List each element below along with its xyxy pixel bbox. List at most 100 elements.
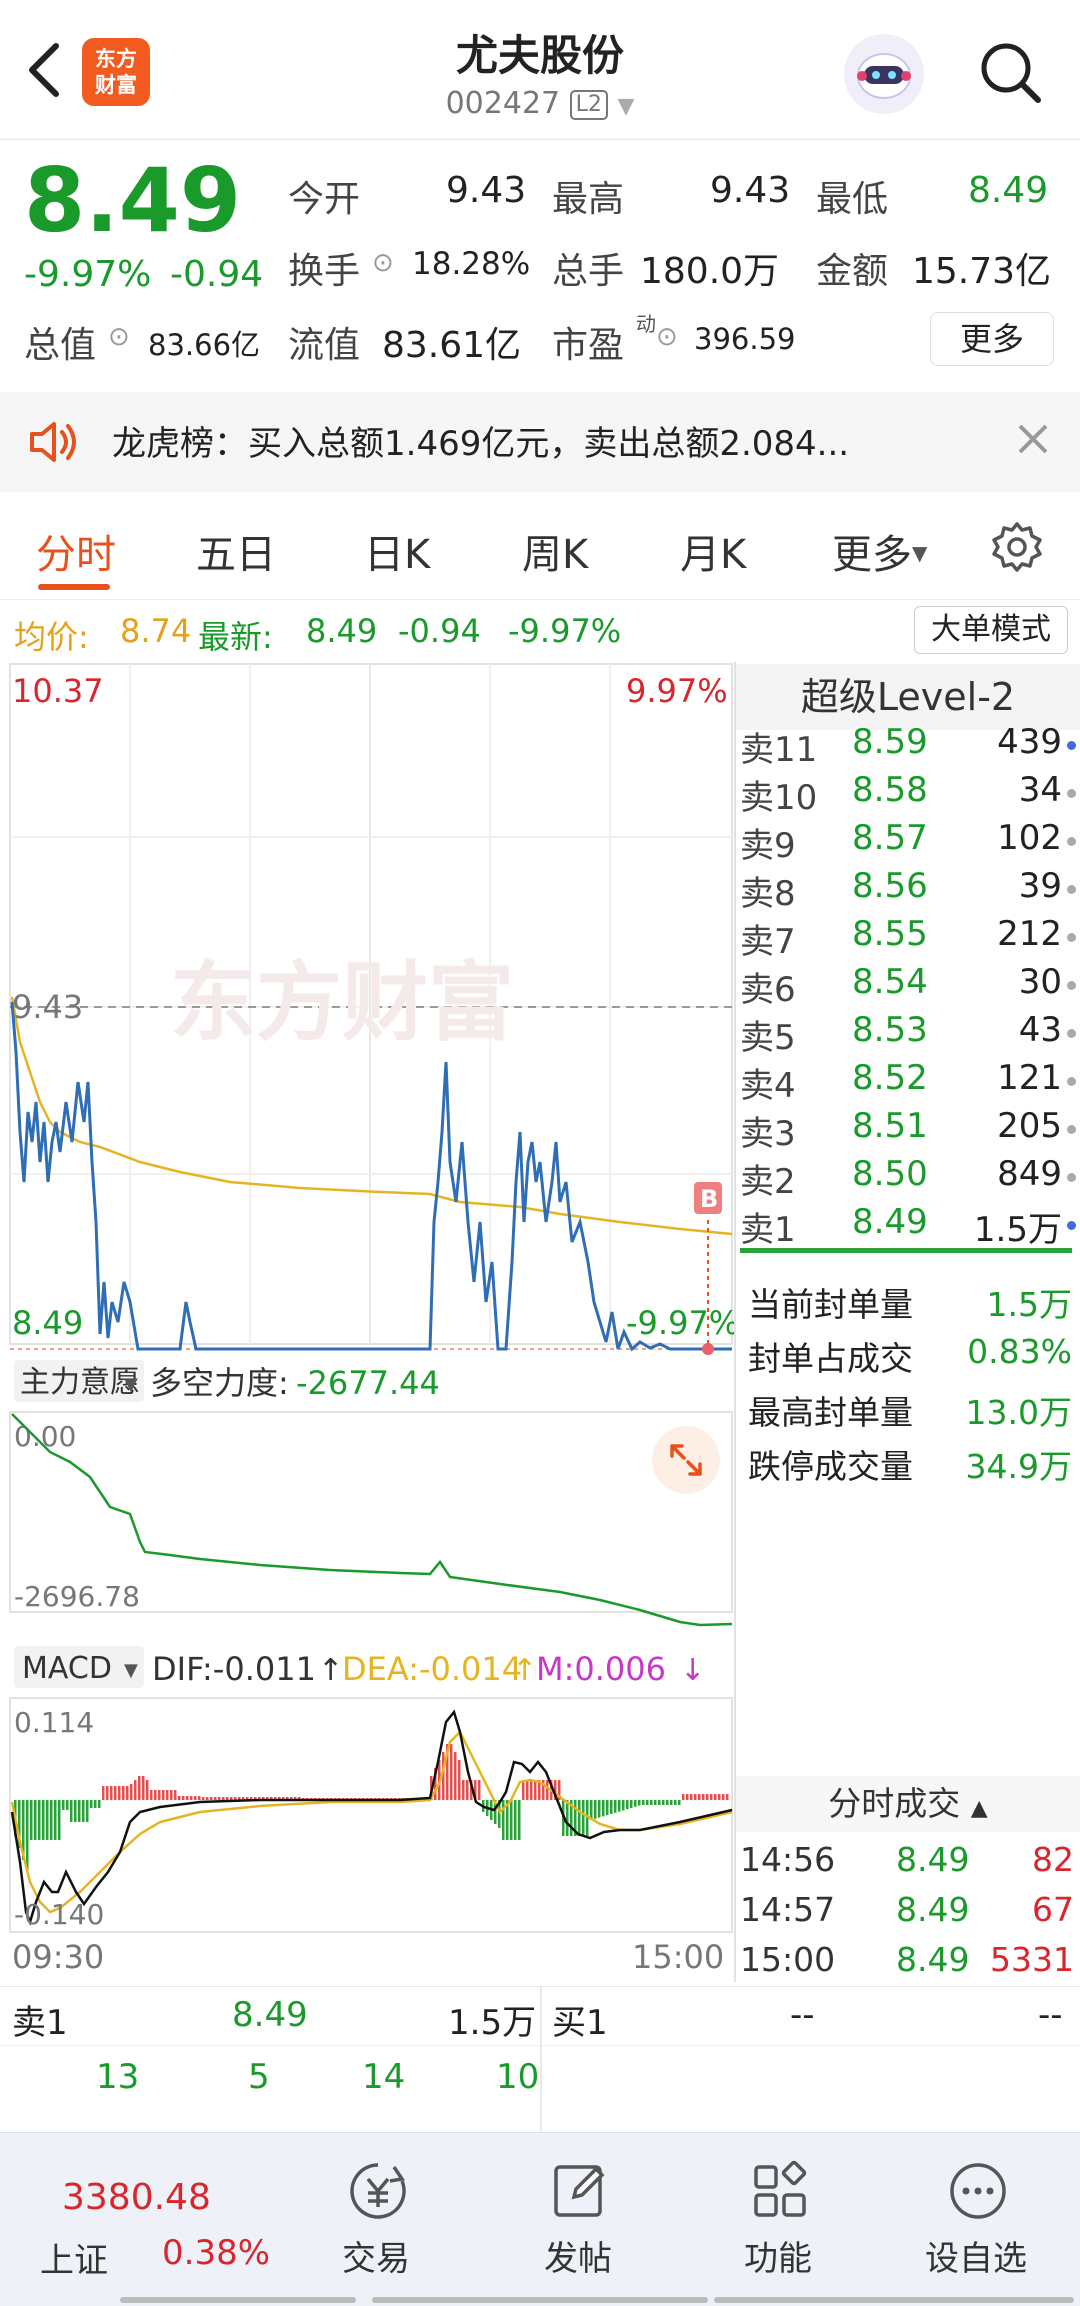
sell1-volume: 1.5万 — [448, 2003, 537, 2043]
latest-value: 8.49 — [306, 612, 378, 650]
ask-level-label: 卖10 — [740, 778, 818, 818]
stock-name[interactable]: 尤夫股份 — [340, 22, 740, 83]
level2-title[interactable]: 超级Level-2 — [736, 664, 1080, 730]
ask-price: 8.58 — [852, 770, 928, 810]
ask-row[interactable]: 卖6 8.54 30 — [740, 962, 1076, 1010]
info-icon[interactable]: ⊙ — [372, 248, 394, 278]
settings-gear-icon[interactable] — [990, 520, 1044, 578]
nav-trade[interactable]: 交易 — [276, 2133, 476, 2306]
macd-bar — [706, 1794, 709, 1800]
ask-volume: 439 — [997, 722, 1062, 762]
dragon-tiger-banner[interactable]: 龙虎榜：买入总额1.469亿元，卖出总额2.084... — [0, 392, 1080, 492]
limit-stat-label: 当前封单量 — [748, 1285, 913, 1324]
tab-five-day[interactable]: 五日 — [196, 522, 276, 580]
macd-bar — [198, 1796, 201, 1800]
macd-bar — [670, 1800, 673, 1805]
macd-dea-line — [10, 1729, 733, 1914]
trade-price: 8.49 — [896, 1840, 970, 1879]
ask-row[interactable]: 卖8 8.56 39 — [740, 866, 1076, 914]
macd-bar — [222, 1797, 225, 1800]
macd-bar — [718, 1794, 721, 1800]
ask-row[interactable]: 卖9 8.57 102 — [740, 818, 1076, 866]
macd-bar — [598, 1800, 601, 1818]
macd-bar — [166, 1790, 169, 1800]
trades-title[interactable]: 分时成交 ▲ — [736, 1776, 1080, 1832]
ask-row[interactable]: 卖10 8.58 34 — [740, 770, 1076, 818]
latest-change-pct: -9.97% — [508, 612, 622, 650]
macd-bar — [686, 1794, 689, 1800]
ask-row[interactable]: 卖7 8.55 212 — [740, 914, 1076, 962]
stock-code-row[interactable]: 002427 L2 ▼ — [340, 86, 740, 121]
ask-row[interactable]: 卖1 8.49 1.5万 — [740, 1202, 1076, 1250]
ask-row[interactable]: 卖2 8.50 849 — [740, 1154, 1076, 1202]
logo-text-line1: 东方 — [95, 47, 137, 71]
low-label: 最低 — [816, 179, 889, 220]
tab-daily-k[interactable]: 日K — [364, 522, 430, 580]
avg-price-value: 8.74 — [120, 612, 192, 650]
ask-level-label: 卖8 — [740, 874, 796, 914]
macd-bar — [454, 1752, 457, 1800]
macd-bar — [622, 1800, 625, 1811]
amount-label: 金额 — [816, 251, 889, 292]
macd-dif: DIF:-0.011 — [152, 1650, 316, 1688]
ask-status-dot — [1067, 981, 1076, 990]
dropdown-caret-icon: ▼ — [617, 94, 635, 119]
index-change: 0.38% — [162, 2233, 271, 2273]
macd-bar — [218, 1797, 221, 1800]
tab-intraday[interactable]: 分时 — [36, 522, 116, 580]
long-short-label: 多空力度: — [150, 1364, 289, 1402]
index-ticker[interactable]: 3380.48 上证 0.38% — [0, 2133, 280, 2306]
ask-status-dot — [1067, 1173, 1076, 1182]
macd-bar — [450, 1744, 453, 1800]
ask-row[interactable]: 卖5 8.53 43 — [740, 1010, 1076, 1058]
ask-level-label: 卖9 — [740, 826, 796, 866]
macd-bar — [182, 1796, 185, 1800]
macd-bar — [642, 1800, 645, 1805]
expand-chart-button[interactable] — [652, 1426, 720, 1494]
macd-bar — [138, 1776, 141, 1800]
chart-area[interactable]: 东方财富 B 10.37 9.97% 9.43 8.49 -9.97% 主力意愿… — [0, 662, 739, 1982]
ask-price: 8.59 — [852, 722, 928, 762]
turnover-value: 18.28% — [412, 246, 531, 282]
close-icon[interactable] — [1016, 422, 1050, 460]
macd-bar — [226, 1797, 229, 1800]
ask-row[interactable]: 卖4 8.52 121 — [740, 1058, 1076, 1106]
search-icon[interactable] — [976, 38, 1046, 108]
back-icon[interactable] — [22, 40, 66, 100]
info-icon[interactable]: ⊙ — [656, 322, 678, 352]
queue-cell: 5 — [248, 2057, 270, 2097]
tab-weekly-k[interactable]: 周K — [522, 522, 588, 580]
limit-stat-value: 13.0万 — [965, 1393, 1072, 1432]
macd-y-top: 0.114 — [14, 1706, 94, 1739]
table-row-divider — [0, 2045, 1080, 2046]
tab-monthly-k[interactable]: 月K — [680, 522, 746, 580]
macd-bar — [526, 1780, 529, 1800]
ask-row[interactable]: 卖3 8.51 205 — [740, 1106, 1076, 1154]
y-axis-bottom-price: 8.49 — [12, 1304, 83, 1342]
high-value: 9.43 — [710, 170, 791, 211]
nav-functions[interactable]: 功能 — [678, 2133, 878, 2306]
tab-more[interactable]: 更多▼ — [832, 522, 927, 580]
limit-stat-label: 封单占成交 — [748, 1339, 913, 1378]
macd-bar — [38, 1800, 41, 1840]
app-logo: 东方 财富 — [82, 38, 150, 106]
ask-volume: 30 — [1018, 962, 1062, 1002]
ask-price: 8.53 — [852, 1010, 928, 1050]
nav-post[interactable]: 发帖 — [478, 2133, 678, 2306]
info-icon[interactable]: ⊙ — [108, 322, 130, 352]
ask-row[interactable]: 卖11 8.59 439 — [740, 722, 1076, 770]
buy1-label: 买1 — [552, 2003, 608, 2043]
more-quote-button[interactable]: 更多 — [930, 312, 1054, 366]
price-line — [10, 1001, 732, 1352]
assistant-robot-icon[interactable] — [844, 34, 924, 114]
ask-status-dot — [1067, 789, 1076, 798]
time-axis-end: 15:00 — [632, 1938, 724, 1976]
nav-add-watchlist[interactable]: 设自选 — [876, 2133, 1076, 2306]
macd-bar — [42, 1800, 45, 1840]
dif-arrow-icon: ↑ — [318, 1653, 343, 1688]
big-order-mode-button[interactable]: 大单模式 — [914, 606, 1068, 654]
queue-cell: 10 — [496, 2057, 540, 2097]
ask-price: 8.51 — [852, 1106, 928, 1146]
macd-bar — [170, 1790, 173, 1800]
nav-functions-label: 功能 — [744, 2239, 812, 2279]
